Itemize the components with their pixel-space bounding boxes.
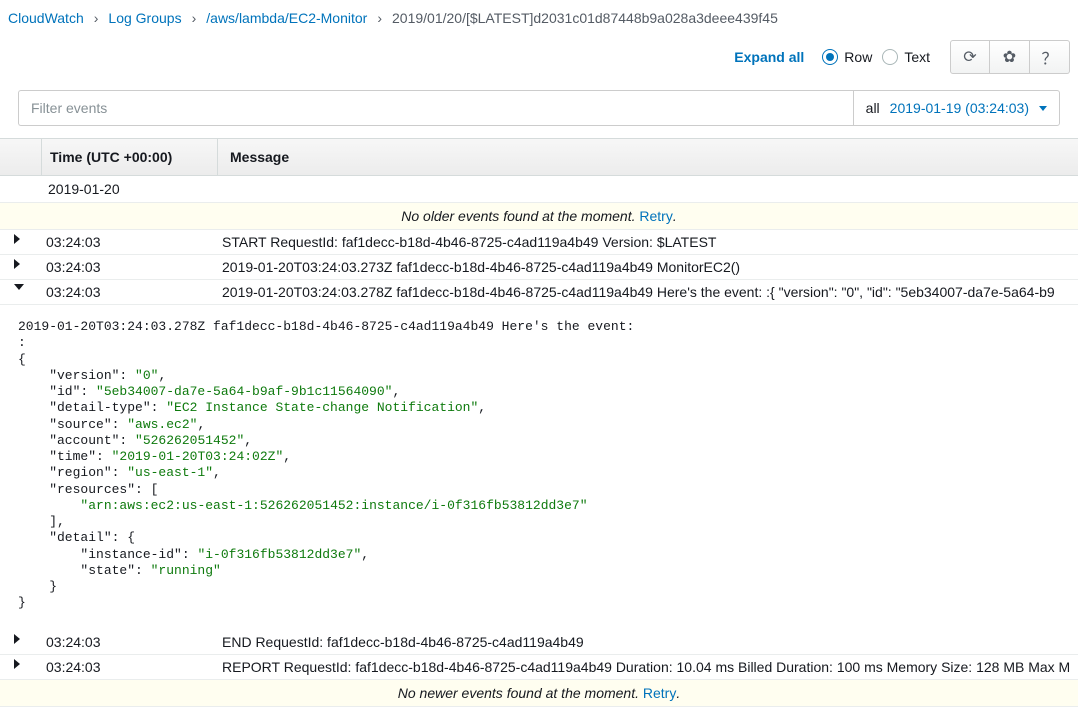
chevron-right-icon	[14, 259, 20, 269]
no-newer-events: No newer events found at the moment. Ret…	[0, 680, 1078, 707]
view-row-radio[interactable]: Row	[822, 49, 872, 65]
gear-icon: ✿	[1003, 47, 1016, 67]
chevron-down-icon	[14, 284, 24, 290]
log-time: 03:24:03	[42, 655, 218, 679]
log-time: 03:24:03	[42, 255, 218, 279]
toolbar: Expand all Row Text ⟳ ✿ ？	[0, 34, 1078, 84]
chevron-right-icon	[14, 659, 20, 669]
breadcrumb-log-groups[interactable]: Log Groups	[108, 10, 181, 26]
log-message: START RequestId: faf1decc-b18d-4b46-8725…	[218, 230, 1078, 254]
caret-down-icon	[1039, 106, 1047, 111]
expand-toggle[interactable]	[0, 230, 42, 248]
log-events-table: Time (UTC +00:00) Message 2019-01-20 No …	[0, 138, 1078, 707]
log-time: 03:24:03	[42, 280, 218, 304]
expand-toggle[interactable]	[0, 280, 42, 294]
view-mode-radio-group: Row Text	[822, 49, 930, 65]
log-row: 03:24:03 START RequestId: faf1decc-b18d-…	[0, 230, 1078, 255]
date-value: 2019-01-19 (03:24:03)	[890, 100, 1029, 116]
view-text-label: Text	[904, 49, 930, 65]
help-icon: ？	[1041, 45, 1057, 69]
log-time: 03:24:03	[42, 630, 218, 654]
view-row-label: Row	[844, 49, 872, 65]
date-group-row: 2019-01-20	[0, 176, 1078, 203]
breadcrumb-current: 2019/01/20/[$LATEST]d2031c01d87448b9a028…	[392, 10, 778, 26]
log-time: 03:24:03	[42, 230, 218, 254]
chevron-right-icon	[14, 234, 20, 244]
retry-older-link[interactable]: Retry	[639, 208, 672, 224]
table-header: Time (UTC +00:00) Message	[0, 138, 1078, 176]
log-row-expanded: 03:24:03 2019-01-20T03:24:03.278Z faf1de…	[0, 280, 1078, 305]
chevron-right-icon	[14, 634, 20, 644]
log-row: 03:24:03 REPORT RequestId: faf1decc-b18d…	[0, 655, 1078, 680]
chevron-right-icon: ›	[94, 10, 99, 26]
expand-all-link[interactable]: Expand all	[734, 49, 804, 65]
expanded-log-detail: 2019-01-20T03:24:03.278Z faf1decc-b18d-4…	[0, 305, 1078, 630]
log-message: REPORT RequestId: faf1decc-b18d-4b46-872…	[218, 655, 1078, 679]
retry-newer-link[interactable]: Retry	[643, 685, 676, 701]
expand-toggle[interactable]	[0, 630, 42, 648]
log-message: 2019-01-20T03:24:03.273Z faf1decc-b18d-4…	[218, 255, 1078, 279]
chevron-right-icon: ›	[377, 10, 382, 26]
refresh-button[interactable]: ⟳	[950, 40, 990, 74]
date-scope: all	[866, 100, 880, 116]
breadcrumb-log-group-name[interactable]: /aws/lambda/EC2-Monitor	[206, 10, 367, 26]
chevron-right-icon: ›	[192, 10, 197, 26]
filter-row: all 2019-01-19 (03:24:03)	[18, 90, 1060, 126]
breadcrumb: CloudWatch › Log Groups › /aws/lambda/EC…	[0, 0, 1078, 34]
view-text-radio[interactable]: Text	[882, 49, 930, 65]
log-row: 03:24:03 2019-01-20T03:24:03.273Z faf1de…	[0, 255, 1078, 280]
no-older-events: No older events found at the moment. Ret…	[0, 203, 1078, 230]
log-message: END RequestId: faf1decc-b18d-4b46-8725-c…	[218, 630, 1078, 654]
expand-toggle[interactable]	[0, 255, 42, 273]
filter-events-input[interactable]	[18, 90, 853, 126]
refresh-icon: ⟳	[963, 47, 976, 67]
header-message[interactable]: Message	[218, 139, 1078, 175]
date-range-dropdown[interactable]: all 2019-01-19 (03:24:03)	[853, 90, 1060, 126]
log-row: 03:24:03 END RequestId: faf1decc-b18d-4b…	[0, 630, 1078, 655]
log-message: 2019-01-20T03:24:03.278Z faf1decc-b18d-4…	[218, 280, 1078, 304]
header-time[interactable]: Time (UTC +00:00)	[42, 139, 218, 175]
breadcrumb-cloudwatch[interactable]: CloudWatch	[8, 10, 84, 26]
settings-button[interactable]: ✿	[990, 40, 1030, 74]
help-button[interactable]: ？	[1030, 40, 1070, 74]
expand-toggle[interactable]	[0, 655, 42, 673]
